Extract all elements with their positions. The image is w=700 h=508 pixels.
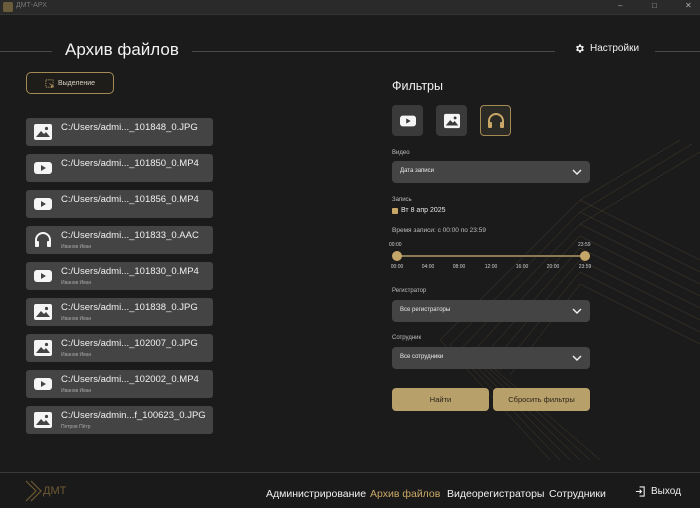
record-date-value: Вт 8 апр 2025 (401, 207, 446, 214)
time-range-start-handle[interactable] (392, 251, 402, 261)
settings-label: Настройки (590, 43, 640, 54)
file-list: C:/Users/admi..._101848_0.JPG C:/Users/a… (26, 118, 213, 442)
employee-value: Все сотрудники (400, 354, 444, 360)
logo: ДМТ (22, 479, 82, 503)
file-owner: Петров Пётр (61, 424, 91, 430)
sort-dropdown[interactable]: Дата записи (392, 161, 590, 183)
list-item[interactable]: C:/Users/admi..._102002_0.MP4 Иванов Ива… (26, 370, 213, 398)
time-end-value: 23:59 (578, 242, 591, 248)
page-title: Архив файлов (65, 40, 179, 59)
time-tick-label: 08:00 (452, 264, 466, 270)
time-range-end-handle[interactable] (580, 251, 590, 261)
list-item[interactable]: C:/Users/admi..._102007_0.JPG Иванов Ива… (26, 334, 213, 362)
time-tick-label: 00:00 (390, 264, 404, 270)
gear-icon (576, 44, 584, 53)
video-icon (399, 115, 416, 126)
file-name: C:/Users/admi..._101838_0.JPG (61, 302, 198, 313)
calendar-icon (392, 207, 398, 214)
file-name: C:/Users/admi..._101848_0.JPG (61, 122, 198, 133)
nav-employees[interactable]: Сотрудники (549, 488, 606, 500)
reset-filters-button[interactable]: Сбросить фильтры (493, 388, 590, 411)
header-divider (192, 51, 555, 52)
headphones-icon (487, 112, 504, 128)
file-name: C:/Users/admin...f_100623_0.JPG (61, 410, 206, 421)
file-owner: Иванов Иван (61, 388, 92, 394)
list-item[interactable]: C:/Users/admin...f_100623_0.JPG Петров П… (26, 406, 213, 434)
maximize-icon[interactable]: □ (652, 1, 657, 10)
file-name: C:/Users/admi..._102002_0.MP4 (61, 374, 199, 385)
chevron-down-icon (572, 308, 582, 314)
nav-administration[interactable]: Администрирование (266, 488, 366, 500)
nav-video-registrars[interactable]: Видеорегистраторы (447, 488, 544, 500)
registrar-dropdown[interactable]: Все регистраторы (392, 300, 590, 322)
time-start-value: 00:00 (389, 242, 402, 248)
list-item[interactable]: C:/Users/admi..._101830_0.MP4 Иванов Ива… (26, 262, 213, 290)
list-item[interactable]: C:/Users/admi..._101833_0.AAC Иванов Ива… (26, 226, 213, 254)
video-file-icon (34, 378, 52, 390)
employee-dropdown[interactable]: Все сотрудники (392, 347, 590, 369)
video-filter-button[interactable] (392, 105, 423, 136)
registrar-label: Регистратор (392, 288, 427, 294)
time-tick-label: 23:59 (578, 264, 592, 270)
window-titlebar: ДМТ-АРХ – □ ✕ (0, 0, 700, 15)
selection-label: Выделение (57, 79, 96, 87)
registrar-value: Все регистраторы (400, 307, 451, 313)
logout-label: Выход (651, 486, 681, 497)
sort-value: Дата записи (400, 168, 434, 174)
file-name: C:/Users/admi..._102007_0.JPG (61, 338, 198, 349)
minimize-icon[interactable]: – (618, 1, 622, 10)
nav-file-archive[interactable]: Архив файлов (370, 488, 440, 500)
image-filter-button[interactable] (436, 105, 467, 136)
chevron-down-icon (572, 169, 582, 175)
image-file-icon (34, 340, 52, 356)
file-owner: Иванов Иван (61, 352, 92, 358)
logo-mark: ДМТ (25, 480, 67, 502)
file-owner: Иванов Иван (61, 316, 92, 322)
filters-title: Фильтры (392, 79, 443, 93)
image-file-icon (34, 124, 52, 140)
chevron-down-icon (572, 355, 582, 361)
file-name: C:/Users/admi..._101850_0.MP4 (61, 158, 199, 169)
file-name: C:/Users/admi..._101856_0.MP4 (61, 194, 199, 205)
time-range-label: Время записи: с 00:00 по 23:59 (392, 227, 486, 234)
list-item[interactable]: C:/Users/admi..._101838_0.JPG Иванов Ива… (26, 298, 213, 326)
employee-label: Сотрудник (392, 335, 422, 341)
file-owner: Иванов Иван (61, 280, 92, 286)
video-label: Видео (392, 150, 410, 156)
image-file-icon (34, 412, 52, 428)
app-icon (3, 2, 13, 12)
logo-text: ДМТ (43, 485, 67, 497)
record-label: Запись (392, 197, 412, 203)
video-file-icon (34, 198, 52, 210)
selection-icon (45, 79, 54, 88)
video-file-icon (34, 162, 52, 174)
time-tick-label: 12:00 (484, 264, 498, 270)
selection-button[interactable]: Выделение (26, 72, 114, 94)
header-divider-right (655, 51, 700, 52)
audio-filter-button[interactable] (480, 105, 511, 136)
settings-button[interactable]: Настройки (574, 43, 639, 54)
file-name: C:/Users/admi..._101833_0.AAC (61, 230, 199, 241)
list-item[interactable]: C:/Users/admi..._101856_0.MP4 (26, 190, 213, 218)
time-tick-label: 20:00 (546, 264, 560, 270)
time-range-track[interactable] (397, 255, 585, 257)
headphones-icon (35, 232, 51, 247)
file-name: C:/Users/admi..._101830_0.MP4 (61, 266, 199, 277)
image-icon (443, 113, 460, 128)
record-date[interactable]: Вт 8 апр 2025 (392, 207, 446, 214)
time-tick-label: 04:00 (421, 264, 435, 270)
image-file-icon (34, 304, 52, 320)
video-file-icon (34, 270, 52, 282)
window-title: ДМТ-АРХ (16, 2, 47, 9)
list-item[interactable]: C:/Users/admi..._101848_0.JPG (26, 118, 213, 146)
time-tick-label: 16:00 (515, 264, 529, 270)
list-item[interactable]: C:/Users/admi..._101850_0.MP4 (26, 154, 213, 182)
file-owner: Иванов Иван (61, 244, 92, 250)
logout-button[interactable]: Выход (635, 486, 681, 497)
find-button[interactable]: Найти (392, 388, 489, 411)
logout-icon (635, 486, 645, 497)
header-divider-left (0, 51, 52, 52)
close-icon[interactable]: ✕ (685, 1, 692, 10)
